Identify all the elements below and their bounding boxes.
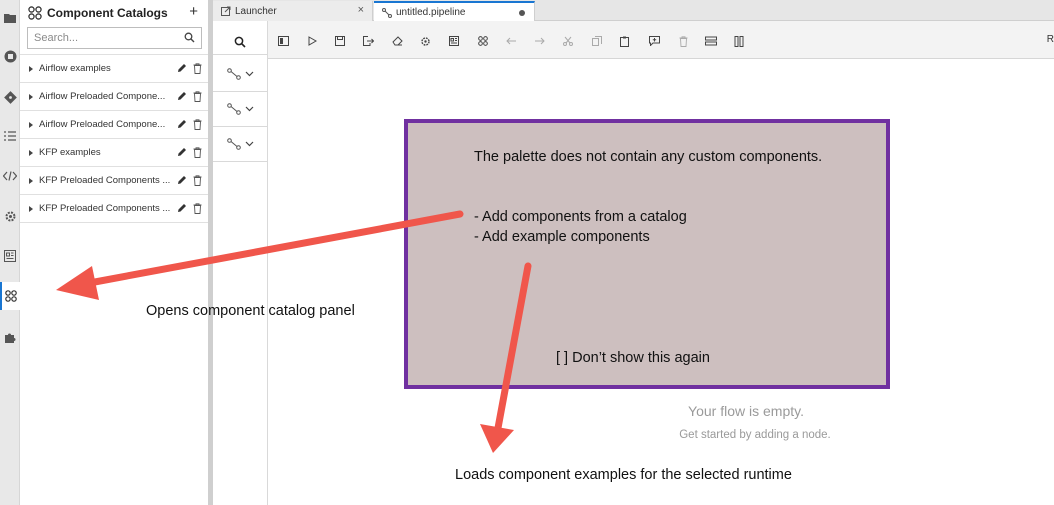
list-item[interactable]: Airflow Preloaded Compone...: [20, 111, 208, 139]
callout-dont-show-again: [ ] Don’t show this again: [556, 350, 710, 366]
empty-canvas-subtitle: Get started by adding a node.: [679, 429, 831, 441]
table-of-contents-icon[interactable]: [0, 122, 20, 150]
catalog-label: Airflow Preloaded Compone...: [39, 119, 166, 130]
palette-category[interactable]: [213, 127, 267, 162]
launcher-icon: [221, 6, 231, 16]
extensions-icon[interactable]: [0, 323, 20, 351]
copy-button[interactable]: [590, 34, 604, 48]
edit-icon[interactable]: [177, 147, 187, 157]
redo-button[interactable]: [532, 34, 546, 48]
code-snippets-icon[interactable]: [0, 162, 20, 190]
expand-caret-icon[interactable]: [29, 65, 33, 72]
undo-button[interactable]: [504, 34, 518, 48]
runtimes-button[interactable]: [418, 34, 432, 48]
arrange-vertical-button[interactable]: [732, 34, 746, 48]
pipeline-icon: [382, 7, 392, 18]
component-catalogs-button[interactable]: [476, 34, 490, 48]
save-button[interactable]: [333, 34, 347, 48]
run-button[interactable]: [305, 34, 319, 48]
panel-header: Component Catalogs +: [20, 0, 208, 26]
catalog-list: Airflow examples Airflow Preloaded Compo…: [20, 54, 208, 223]
unsaved-indicator[interactable]: [519, 10, 525, 16]
expand-caret-icon[interactable]: [29, 177, 33, 184]
chevron-down-icon: [245, 71, 253, 77]
list-item[interactable]: KFP Preloaded Components ...: [20, 167, 208, 195]
tab-untitled-pipeline[interactable]: untitled.pipeline: [374, 1, 535, 22]
trash-icon[interactable]: [193, 175, 202, 186]
cut-button[interactable]: [561, 34, 575, 48]
palette-category[interactable]: [213, 57, 267, 92]
app-window: Component Catalogs + Search... Airflow e…: [0, 0, 1054, 505]
trash-icon[interactable]: [193, 203, 202, 214]
palette-search-button[interactable]: [213, 29, 267, 55]
node-category-icon: [226, 138, 241, 150]
tab-label: untitled.pipeline: [396, 7, 466, 18]
edit-icon[interactable]: [177, 91, 187, 101]
clear-button[interactable]: [390, 34, 404, 48]
export-button[interactable]: [361, 34, 375, 48]
edit-icon[interactable]: [177, 63, 187, 73]
callout-catalog-option: - Add components from a catalog: [474, 209, 687, 225]
search-placeholder: Search...: [34, 32, 79, 44]
chevron-down-icon: [245, 141, 253, 147]
trash-icon[interactable]: [193, 63, 202, 74]
component-catalogs-icon[interactable]: [0, 282, 20, 310]
list-item[interactable]: Airflow Preloaded Compone...: [20, 83, 208, 111]
chevron-down-icon: [245, 106, 253, 112]
empty-canvas-title: Your flow is empty.: [688, 403, 804, 419]
list-item[interactable]: KFP examples: [20, 139, 208, 167]
git-icon[interactable]: [0, 83, 20, 111]
delete-button[interactable]: [676, 34, 690, 48]
catalog-label: KFP Preloaded Components ...: [39, 175, 171, 186]
node-category-icon: [226, 68, 241, 80]
catalog-label: Airflow Preloaded Compone...: [39, 91, 166, 102]
search-icon: [184, 32, 195, 43]
expand-caret-icon[interactable]: [29, 93, 33, 100]
folder-icon[interactable]: [0, 4, 20, 32]
expand-caret-icon[interactable]: [29, 149, 33, 156]
tab-bar: Launcher × untitled.pipeline: [213, 0, 1054, 22]
node-category-icon: [226, 103, 241, 115]
arrange-horizontal-button[interactable]: [704, 34, 718, 48]
catalog-label: KFP examples: [39, 147, 101, 158]
toolbar-overflow-label[interactable]: R: [1047, 34, 1054, 45]
add-catalog-button[interactable]: +: [189, 3, 198, 20]
node-palette: [213, 21, 268, 505]
runtimes-icon[interactable]: [0, 202, 20, 230]
add-comment-button[interactable]: [647, 34, 661, 48]
edit-icon[interactable]: [177, 203, 187, 213]
catalog-label: KFP Preloaded Components ...: [39, 203, 171, 214]
expand-caret-icon[interactable]: [29, 121, 33, 128]
list-item[interactable]: Airflow examples: [20, 55, 208, 83]
pipeline-toolbar: R: [268, 21, 1054, 59]
trash-icon[interactable]: [193, 147, 202, 158]
tab-label: Launcher: [235, 5, 277, 17]
palette-category[interactable]: [213, 92, 267, 127]
callout-message: The palette does not contain any custom …: [474, 149, 823, 165]
tab-launcher[interactable]: Launcher ×: [213, 1, 373, 21]
catalog-search-input[interactable]: Search...: [27, 27, 202, 49]
edit-icon[interactable]: [177, 175, 187, 185]
trash-icon[interactable]: [193, 119, 202, 130]
toggle-palette-button[interactable]: [276, 34, 290, 48]
annotation-examples: Loads component examples for the selecte…: [455, 467, 792, 483]
paste-button[interactable]: [618, 34, 632, 48]
runtime-images-icon[interactable]: [0, 242, 20, 270]
edit-icon[interactable]: [177, 119, 187, 129]
component-catalogs-panel: Component Catalogs + Search... Airflow e…: [20, 0, 208, 505]
expand-caret-icon[interactable]: [29, 205, 33, 212]
annotation-catalog-panel: Opens component catalog panel: [146, 303, 355, 319]
callout-examples-option: - Add example components: [474, 229, 650, 245]
component-catalogs-icon: [28, 6, 42, 20]
runtime-images-button[interactable]: [447, 34, 461, 48]
activity-bar: [0, 0, 20, 505]
panel-title: Component Catalogs: [47, 6, 168, 20]
list-item[interactable]: KFP Preloaded Components ...: [20, 195, 208, 223]
search-icon: [234, 36, 246, 48]
catalog-label: Airflow examples: [39, 63, 111, 74]
trash-icon[interactable]: [193, 91, 202, 102]
running-icon[interactable]: [0, 42, 20, 70]
close-tab-button[interactable]: ×: [358, 4, 364, 16]
